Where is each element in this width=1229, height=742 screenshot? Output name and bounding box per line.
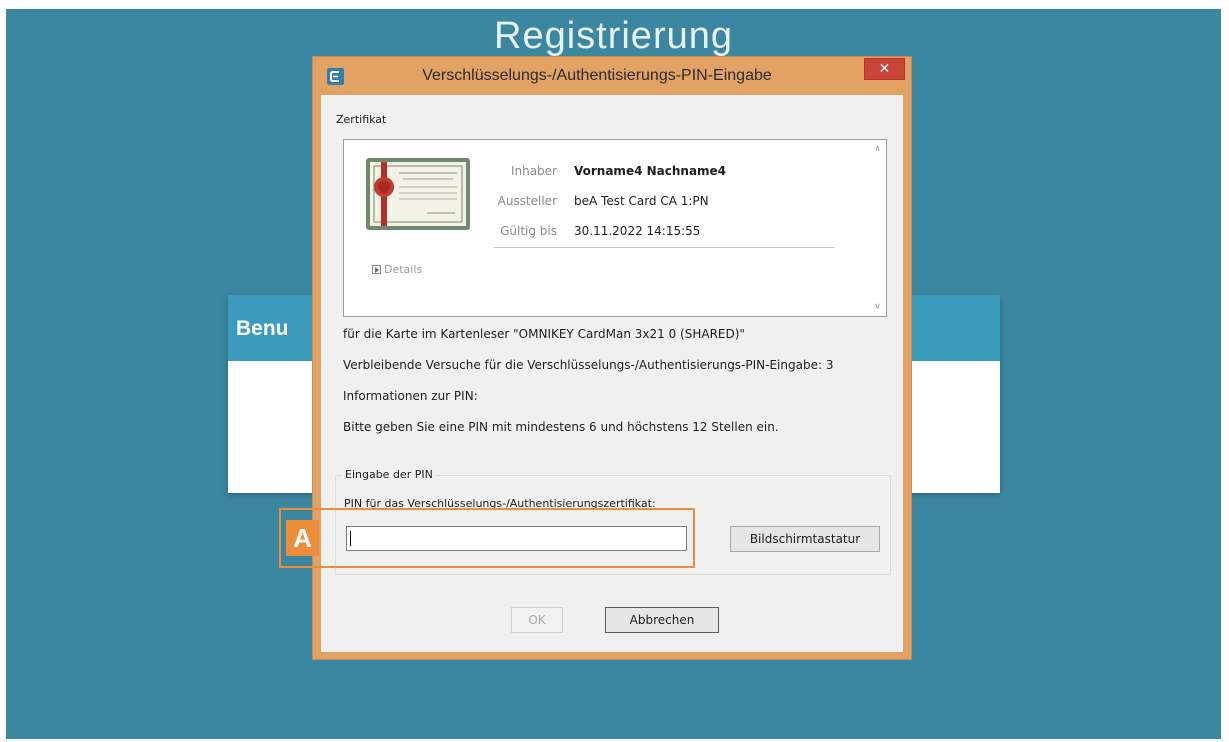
background-card-title: Benu [236,317,289,340]
owner-value: Vorname4 Nachname4 [574,164,727,178]
on-screen-keyboard-button[interactable]: Bildschirmtastatur [730,526,880,552]
annotation-highlight-frame [279,508,695,568]
pin-group-label: Eingabe der PIN [342,468,436,481]
certificate-group-label: Zertifikat [333,113,390,126]
dialog-client-area: Zertifikat Inhaber Vorname4 Nachname4 Au… [321,95,903,652]
scroll-up-icon[interactable]: ∧ [874,144,881,154]
page-title: Registrierung [494,15,733,57]
certificate-icon [366,158,470,230]
valid-until-value: 30.11.2022 14:15:55 [574,224,701,238]
certificate-panel[interactable]: Inhaber Vorname4 Nachname4 Aussteller be… [343,139,887,317]
certificate-separator [494,247,835,248]
issuer-label: Aussteller [497,194,557,208]
pin-info-title: Informationen zur PIN: [343,389,478,403]
remaining-attempts-text: Verbleibende Versuche für die Verschlüss… [343,358,834,372]
card-reader-text: für die Karte im Kartenleser "OMNIKEY Ca… [343,327,745,341]
close-icon: ✕ [878,61,891,77]
details-toggle[interactable]: Details [372,263,422,276]
desktop-background: Registrierung Benu Verschlüsselungs-/Aut… [6,9,1221,739]
owner-label: Inhaber [510,164,557,178]
expand-icon [372,265,381,274]
scroll-down-icon[interactable]: ∨ [874,302,881,312]
dialog-title: Verschlüsselungs-/Authentisierungs-PIN-E… [422,67,772,84]
pin-info-text: Bitte geben Sie eine PIN mit mindestens … [343,420,779,434]
details-label: Details [384,263,423,276]
pin-entry-dialog: Verschlüsselungs-/Authentisierungs-PIN-E… [312,56,912,660]
app-icon [327,68,344,85]
close-button[interactable]: ✕ [864,58,905,80]
annotation-marker: A [286,520,319,556]
issuer-value: beA Test Card CA 1:PN [574,194,709,208]
valid-until-label: Gültig bis [500,224,557,238]
ok-button[interactable]: OK [511,607,563,633]
cancel-button[interactable]: Abbrechen [605,607,719,633]
dialog-titlebar[interactable]: Verschlüsselungs-/Authentisierungs-PIN-E… [313,57,911,95]
